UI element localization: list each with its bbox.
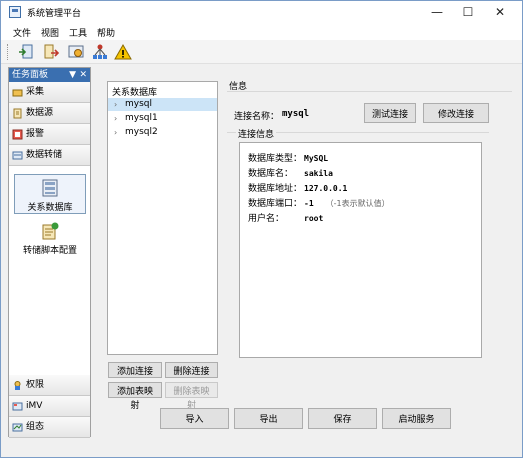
chevron-right-icon[interactable]: ›: [114, 98, 117, 111]
task-panel-header: 任务面板 ▼ ✕: [9, 68, 90, 82]
delete-table-mapping-button[interactable]: 删除表映射: [165, 382, 218, 410]
connection-info-title: 连接信息: [236, 127, 277, 140]
detail-key: 数据库类型：: [248, 154, 303, 164]
category-permission[interactable]: 权限: [9, 375, 90, 396]
category-label: 权限: [26, 380, 45, 390]
window-title: 系统管理平台: [27, 9, 82, 19]
tile-label: 转储脚本配置: [22, 246, 77, 256]
test-connection-button[interactable]: 测试连接: [364, 103, 416, 123]
start-service-button[interactable]: 启动服务: [382, 408, 451, 429]
detail-row-username: 用户名： root: [248, 211, 323, 225]
connection-name-value: mysql: [282, 109, 310, 119]
close-icon[interactable]: ✕: [79, 68, 87, 82]
database-icon: [42, 179, 58, 197]
add-table-mapping-button[interactable]: 添加表映射: [108, 382, 162, 410]
delete-connection-button[interactable]: 删除连接: [165, 362, 218, 378]
detail-row-db-address: 数据库地址： 127.0.0.1: [248, 181, 347, 195]
detail-value: -1: [304, 199, 314, 208]
maximize-button[interactable]: ☐: [453, 1, 483, 23]
database-tree[interactable]: 关系数据库 › mysql › mysql1 › mysql2: [107, 81, 218, 355]
detail-row-db-port: 数据库端口： -1 （-1表示默认值）: [248, 196, 390, 210]
category-label: 组态: [26, 422, 45, 432]
tile-label: 关系数据库: [27, 203, 73, 213]
tile-script-config[interactable]: 转储脚本配置: [14, 218, 86, 258]
detail-value: root: [304, 214, 324, 223]
detail-key: 用户名：: [248, 214, 285, 224]
category-collect[interactable]: 采集: [9, 82, 90, 103]
category-datasource[interactable]: 数据源: [9, 103, 90, 124]
title-bar[interactable]: 系统管理平台 — ☐ ✕: [1, 1, 522, 23]
divider: [227, 91, 512, 92]
task-panel: 任务面板 ▼ ✕ 采集 数据源 报警 数据转储 关系数据库 转储脚本配置 权限 …: [8, 67, 91, 438]
menu-file[interactable]: 文件: [13, 26, 31, 39]
close-button[interactable]: ✕: [485, 1, 515, 23]
pin-icon[interactable]: ▼: [69, 68, 76, 82]
category-config[interactable]: 组态: [9, 417, 90, 438]
detail-value: sakila: [304, 169, 333, 178]
datasource-icon: [13, 108, 22, 119]
detail-key: 数据库地址：: [248, 184, 303, 194]
script-config-icon: [42, 222, 59, 240]
app-icon: [9, 6, 21, 18]
tree-item-mysql[interactable]: › mysql: [108, 98, 217, 111]
permission-icon: [14, 381, 21, 390]
tile-relational-db[interactable]: 关系数据库: [14, 174, 86, 214]
chevron-right-icon[interactable]: ›: [114, 112, 117, 125]
tree-item-mysql1[interactable]: › mysql1: [108, 112, 217, 125]
import-button[interactable]: 导入: [160, 408, 229, 429]
category-data-dump[interactable]: 数据转储: [9, 145, 90, 166]
port-hint: （-1表示默认值）: [325, 199, 390, 208]
task-panel-title: 任务面板: [12, 70, 49, 80]
detail-key: 数据库端口：: [248, 199, 303, 209]
category-label: iMV: [26, 401, 43, 411]
task-panel-body: 关系数据库 转储脚本配置: [9, 166, 90, 364]
connection-name-label: 连接名称：: [234, 112, 280, 122]
category-label: 数据转储: [26, 150, 63, 160]
detail-key: 数据库名：: [248, 169, 294, 179]
network-icon[interactable]: [91, 43, 109, 61]
category-imv[interactable]: iMV: [9, 396, 90, 417]
main-window: 系统管理平台 — ☐ ✕ 文件 视图 工具 帮助 任务面板 ▼ ✕ 采集 数据源…: [0, 0, 523, 458]
detail-row-db-name: 数据库名： sakila: [248, 166, 333, 180]
modify-connection-button[interactable]: 修改连接: [423, 103, 489, 123]
import-icon[interactable]: [17, 43, 35, 61]
alarm-icon: [12, 129, 23, 140]
menu-tools[interactable]: 工具: [69, 26, 87, 39]
menu-bar: 文件 视图 工具 帮助: [1, 23, 522, 40]
connection-details: 数据库类型： MySQL 数据库名： sakila 数据库地址： 127.0.0.1 …: [239, 142, 482, 358]
toolbar: [1, 40, 522, 64]
category-label: 采集: [26, 87, 45, 97]
detail-value: MySQL: [304, 154, 329, 163]
menu-view[interactable]: 视图: [41, 26, 59, 39]
export-button[interactable]: 导出: [234, 408, 303, 429]
chevron-right-icon[interactable]: ›: [114, 126, 117, 139]
detail-row-db-type: 数据库类型： MySQL: [248, 151, 328, 165]
data-dump-icon: [12, 151, 23, 160]
imv-icon: [12, 402, 23, 411]
category-alarm[interactable]: 报警: [9, 124, 90, 145]
collect-icon: [12, 89, 23, 97]
category-label: 报警: [26, 129, 45, 139]
tree-root-label: 关系数据库: [112, 88, 158, 98]
detail-value: 127.0.0.1: [304, 184, 348, 193]
tree-item-label: mysql2: [125, 127, 158, 137]
minimize-button[interactable]: —: [422, 1, 452, 23]
add-connection-button[interactable]: 添加连接: [108, 362, 162, 378]
menu-help[interactable]: 帮助: [97, 26, 115, 39]
config-icon: [12, 423, 23, 432]
tree-item-mysql2[interactable]: › mysql2: [108, 126, 217, 139]
toolbar-grip[interactable]: [7, 44, 10, 60]
tree-item-label: mysql1: [125, 113, 158, 123]
settings-icon[interactable]: [67, 43, 85, 61]
category-label: 数据源: [26, 108, 54, 118]
tree-item-label: mysql: [125, 99, 152, 109]
save-button[interactable]: 保存: [308, 408, 377, 429]
warning-icon[interactable]: [114, 43, 132, 61]
export-icon[interactable]: [42, 43, 60, 61]
